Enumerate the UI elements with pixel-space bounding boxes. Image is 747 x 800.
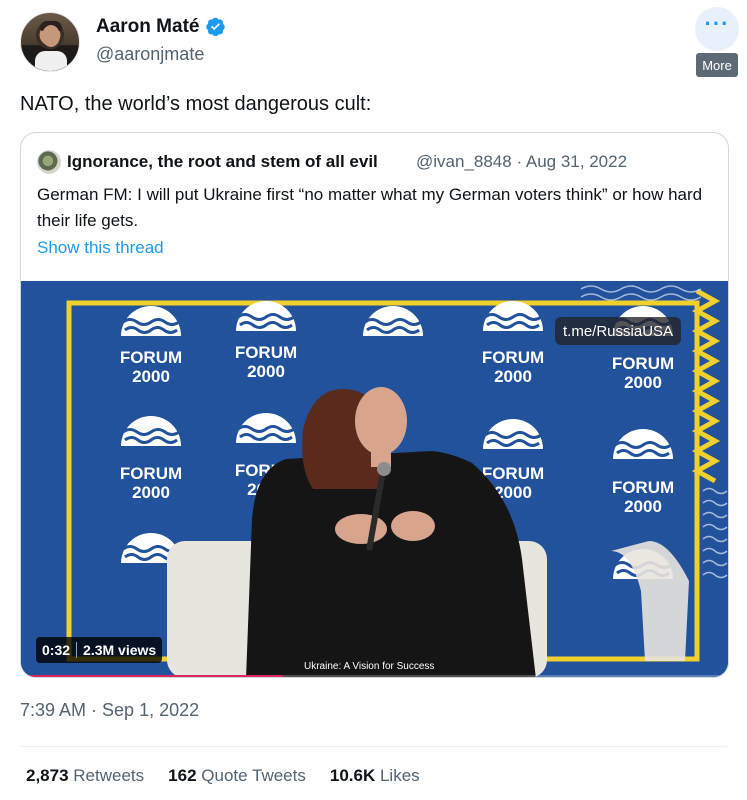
quote-tweets-label: Quote Tweets (201, 766, 306, 785)
svg-text:FORUM: FORUM (612, 478, 674, 497)
likes-count: 10.6K (329, 766, 376, 785)
retweets-count: 2,873 (26, 766, 69, 785)
svg-text:2000: 2000 (247, 362, 285, 381)
video-progress-bar[interactable] (21, 675, 728, 677)
quote-author-name[interactable]: Ignorance, the root and stem of all evil (67, 152, 378, 172)
tweet-timestamp[interactable]: 7:39 AM · Sep 1, 2022 (20, 700, 199, 721)
verified-badge-icon (206, 17, 225, 37)
svg-text:FORUM: FORUM (120, 464, 182, 483)
author-avatar[interactable] (20, 12, 80, 72)
tweet-stats: 2,873 Retweets 162 Quote Tweets 10.6K Li… (26, 766, 420, 786)
avatar-shirt (35, 51, 67, 71)
show-thread-link[interactable]: Show this thread (37, 238, 164, 258)
more-dots-icon: ··· (704, 11, 730, 36)
svg-text:2000: 2000 (132, 483, 170, 502)
video-watermark: t.me/RussiaUSA (555, 317, 682, 345)
svg-text:2000: 2000 (624, 373, 662, 392)
quote-text: German FM: I will put Ukraine first “no … (37, 185, 703, 230)
quote-author-avatar[interactable] (37, 150, 61, 174)
divider (20, 746, 727, 747)
svg-text:FORUM: FORUM (612, 354, 674, 373)
video-time: 0:32 (42, 642, 71, 658)
video-progress-fill (21, 675, 283, 677)
video-stats-divider (76, 642, 78, 658)
retweets-stat[interactable]: 2,873 Retweets (26, 766, 144, 786)
likes-label: Likes (379, 766, 420, 785)
video-stats: 0:32 2.3M views (36, 637, 163, 663)
svg-text:FORUM: FORUM (482, 464, 544, 483)
avatar-face (42, 25, 60, 47)
quote-tweet-card[interactable]: Ignorance, the root and stem of all evil… (20, 132, 729, 678)
svg-text:FORUM: FORUM (235, 343, 297, 362)
author-name[interactable]: Aaron Maté (96, 16, 199, 38)
quote-tweets-count: 162 (168, 766, 197, 785)
tweet-text: NATO, the world’s most dangerous cult: (20, 93, 372, 115)
svg-text:2000: 2000 (132, 367, 170, 386)
retweets-label: Retweets (73, 766, 145, 785)
video-views: 2.3M views (83, 642, 157, 658)
backdrop-text: FORUM (120, 348, 182, 367)
video-caption: Ukraine: A Vision for Success (304, 661, 435, 672)
svg-text:FORUM: FORUM (482, 348, 544, 367)
svg-text:2000: 2000 (494, 367, 532, 386)
quote-handle-date[interactable]: @ivan_8848 · Aug 31, 2022 (416, 152, 627, 172)
svg-text:2000: 2000 (624, 497, 662, 516)
video-player[interactable]: FORUM 2000 FORUM 2000 FORUM 2000 FORUM 2… (21, 281, 728, 677)
more-tooltip: More (696, 53, 738, 77)
likes-stat[interactable]: 10.6K Likes (330, 766, 420, 786)
author-handle[interactable]: @aaronjmate (96, 44, 204, 65)
more-button[interactable]: ··· (695, 7, 739, 51)
quote-tweets-stat[interactable]: 162 Quote Tweets (168, 766, 306, 786)
